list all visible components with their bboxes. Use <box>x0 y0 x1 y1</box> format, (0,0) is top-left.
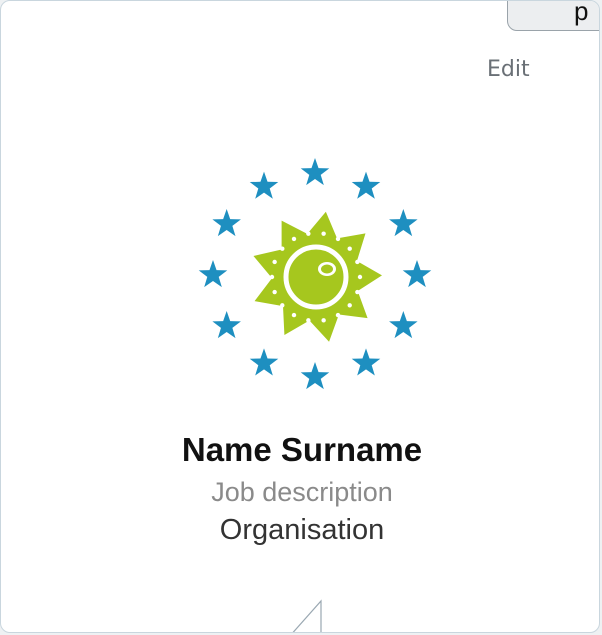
star-icon <box>389 209 418 237</box>
star-icon <box>198 260 228 288</box>
star-icon <box>351 348 381 376</box>
job-description: Job description <box>211 477 393 507</box>
star-icon <box>300 158 330 186</box>
star-icon <box>249 171 279 199</box>
edit-button[interactable]: Edit <box>487 57 530 82</box>
organisation: Organisation <box>219 514 385 546</box>
star-icon <box>402 260 432 288</box>
star-icon <box>300 362 330 390</box>
overlapping-tab[interactable]: p <box>507 0 599 31</box>
card-pointer-notch <box>292 599 322 632</box>
sun-icon <box>253 211 382 342</box>
star-icon <box>351 171 381 199</box>
star-icon <box>389 311 418 339</box>
star-icon <box>212 209 241 237</box>
eu-stars-sun-logo-icon <box>198 158 432 390</box>
person-name: Name Surname <box>181 431 423 468</box>
star-icon <box>212 311 241 339</box>
profile-card: p Edit Name Surname Job description Orga… <box>0 0 600 633</box>
star-icon <box>249 348 279 376</box>
tab-label: p <box>574 0 589 26</box>
